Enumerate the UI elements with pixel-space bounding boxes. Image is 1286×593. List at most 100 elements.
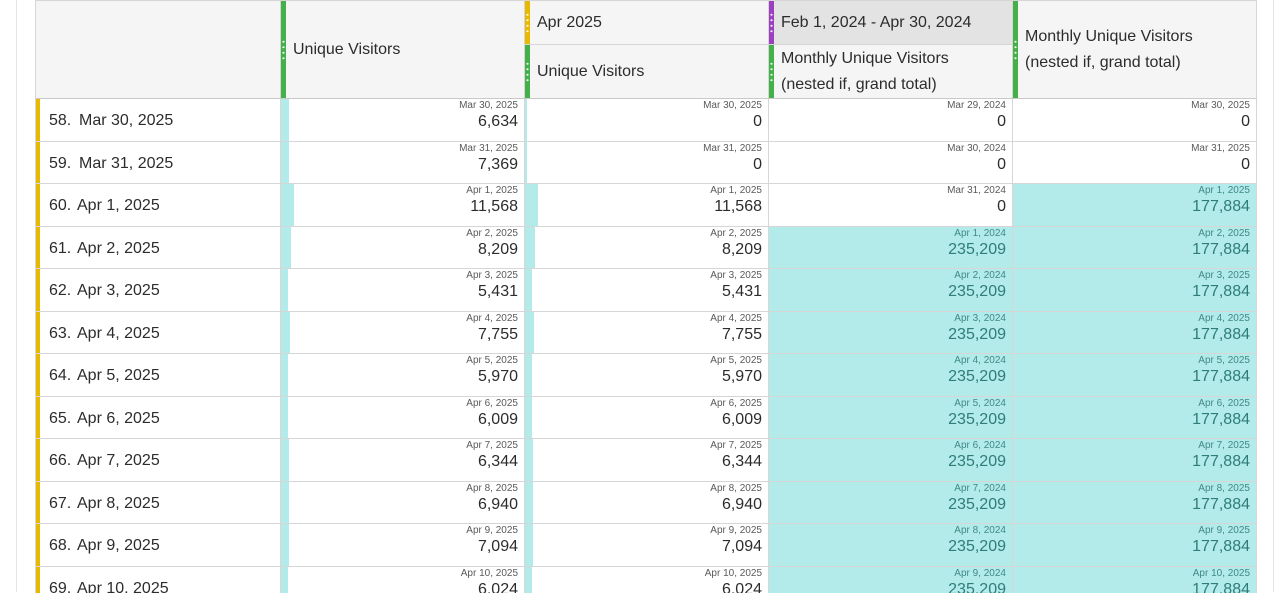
table-row[interactable]: 59.Mar 31, 2025Mar 31, 20257,369Mar 31, …	[36, 142, 1257, 185]
row-dimension-cell[interactable]: 59.Mar 31, 2025	[36, 142, 281, 184]
table-row[interactable]: 65.Apr 6, 2025Apr 6, 20256,009Apr 6, 202…	[36, 397, 1257, 440]
metric-cell[interactable]: Apr 6, 2025177,884	[1013, 397, 1257, 439]
cell-date-label: Apr 7, 2025	[710, 440, 762, 452]
metric-cell[interactable]: Apr 5, 20255,970	[281, 354, 525, 396]
cell-value: 235,209	[948, 580, 1006, 593]
segment-header-apr-2025[interactable]: Apr 2025	[525, 1, 769, 45]
metric-cell[interactable]: Apr 1, 2025177,884	[1013, 184, 1257, 226]
metric-cell[interactable]: Mar 31, 20250	[525, 142, 769, 184]
table-row[interactable]: 67.Apr 8, 2025Apr 8, 20256,940Apr 8, 202…	[36, 482, 1257, 525]
metric-cell[interactable]: Apr 6, 2024235,209	[769, 439, 1013, 481]
metric-cell[interactable]: Apr 4, 2024235,209	[769, 354, 1013, 396]
metric-cell[interactable]: Apr 5, 2025177,884	[1013, 354, 1257, 396]
segment-drag-handle[interactable]	[769, 1, 774, 44]
row-dimension-cell[interactable]: 67.Apr 8, 2025	[36, 482, 281, 524]
metric-cell[interactable]: Apr 2, 20258,209	[525, 227, 769, 269]
row-number: 65.	[49, 409, 71, 429]
cell-date-label: Mar 31, 2025	[1191, 143, 1250, 155]
metric-cell[interactable]: Apr 10, 20256,024	[281, 567, 525, 593]
row-dimension-cell[interactable]: 62.Apr 3, 2025	[36, 269, 281, 311]
column-header-label: Unique Visitors	[537, 59, 760, 85]
metric-cell[interactable]: Apr 9, 2025177,884	[1013, 524, 1257, 566]
table-row[interactable]: 62.Apr 3, 2025Apr 3, 20255,431Apr 3, 202…	[36, 269, 1257, 312]
value-bar	[281, 439, 289, 481]
metric-drag-handle[interactable]	[1013, 1, 1018, 98]
row-date-label: Mar 31, 2025	[79, 154, 173, 174]
table-body: 58.Mar 30, 2025Mar 30, 20256,634Mar 30, …	[36, 99, 1257, 593]
cell-date-label: Apr 9, 2025	[1198, 525, 1250, 537]
metric-cell[interactable]: Apr 3, 2025177,884	[1013, 269, 1257, 311]
metric-cell[interactable]: Apr 5, 20255,970	[525, 354, 769, 396]
row-date-label: Apr 9, 2025	[77, 536, 160, 556]
metric-cell[interactable]: Mar 30, 20250	[1013, 99, 1257, 141]
metric-cell[interactable]: Mar 30, 20240	[769, 142, 1013, 184]
metric-cell[interactable]: Apr 9, 20257,094	[525, 524, 769, 566]
metric-drag-handle[interactable]	[281, 1, 286, 98]
metric-cell[interactable]: Apr 2, 2025177,884	[1013, 227, 1257, 269]
table-row[interactable]: 61.Apr 2, 2025Apr 2, 20258,209Apr 2, 202…	[36, 227, 1257, 270]
metric-cell[interactable]: Mar 29, 20240	[769, 99, 1013, 141]
metric-cell[interactable]: Mar 30, 20250	[525, 99, 769, 141]
column-header-unique-visitors[interactable]: Unique Visitors	[281, 1, 525, 98]
row-dimension-cell[interactable]: 60.Apr 1, 2025	[36, 184, 281, 226]
metric-cell[interactable]: Apr 4, 2025177,884	[1013, 312, 1257, 354]
row-dimension-cell[interactable]: 63.Apr 4, 2025	[36, 312, 281, 354]
metric-cell[interactable]: Apr 8, 20256,940	[525, 482, 769, 524]
row-number: 64.	[49, 366, 71, 386]
cell-value: 235,209	[948, 452, 1006, 472]
metric-cell[interactable]: Apr 3, 20255,431	[525, 269, 769, 311]
row-dimension-cell[interactable]: 58.Mar 30, 2025	[36, 99, 281, 141]
metric-cell[interactable]: Apr 8, 20256,940	[281, 482, 525, 524]
metric-cell[interactable]: Mar 31, 20250	[1013, 142, 1257, 184]
metric-cell[interactable]: Apr 7, 2025177,884	[1013, 439, 1257, 481]
metric-cell[interactable]: Apr 1, 2024235,209	[769, 227, 1013, 269]
table-row[interactable]: 69.Apr 10, 2025Apr 10, 20256,024Apr 10, …	[36, 567, 1257, 593]
metric-cell[interactable]: Apr 8, 2025177,884	[1013, 482, 1257, 524]
table-row[interactable]: 68.Apr 9, 2025Apr 9, 20257,094Apr 9, 202…	[36, 524, 1257, 567]
metric-cell[interactable]: Apr 4, 20257,755	[525, 312, 769, 354]
metric-cell[interactable]: Apr 6, 20256,009	[281, 397, 525, 439]
metric-cell[interactable]: Apr 3, 20255,431	[281, 269, 525, 311]
metric-cell[interactable]: Apr 10, 2025177,884	[1013, 567, 1257, 593]
row-dimension-cell[interactable]: 66.Apr 7, 2025	[36, 439, 281, 481]
metric-cell[interactable]: Apr 9, 20257,094	[281, 524, 525, 566]
table-row[interactable]: 64.Apr 5, 2025Apr 5, 20255,970Apr 5, 202…	[36, 354, 1257, 397]
metric-drag-handle[interactable]	[525, 45, 530, 98]
table-row[interactable]: 66.Apr 7, 2025Apr 7, 20256,344Apr 7, 202…	[36, 439, 1257, 482]
metric-cell[interactable]: Apr 5, 2024235,209	[769, 397, 1013, 439]
segment-header-date-range[interactable]: Feb 1, 2024 - Apr 30, 2024	[769, 1, 1013, 45]
metric-cell[interactable]: Apr 7, 20256,344	[281, 439, 525, 481]
segment-drag-handle[interactable]	[525, 1, 530, 44]
metric-cell[interactable]: Mar 30, 20256,634	[281, 99, 525, 141]
column-header-monthly-unique-visitors[interactable]: Monthly Unique Visitors (nested if, gran…	[769, 45, 1013, 98]
cell-value: 177,884	[1192, 197, 1250, 217]
metric-drag-handle[interactable]	[769, 45, 774, 98]
column-header-apr-unique-visitors[interactable]: Unique Visitors	[525, 45, 769, 98]
dimension-header-cell[interactable]	[36, 1, 281, 98]
cell-value: 177,884	[1192, 240, 1250, 260]
table-row[interactable]: 60.Apr 1, 2025Apr 1, 202511,568Apr 1, 20…	[36, 184, 1257, 227]
row-dimension-cell[interactable]: 69.Apr 10, 2025	[36, 567, 281, 593]
row-dimension-cell[interactable]: 68.Apr 9, 2025	[36, 524, 281, 566]
row-dimension-cell[interactable]: 61.Apr 2, 2025	[36, 227, 281, 269]
value-bar	[525, 142, 527, 184]
table-row[interactable]: 58.Mar 30, 2025Mar 30, 20256,634Mar 30, …	[36, 99, 1257, 142]
column-header-monthly-unique-visitors-2[interactable]: Monthly Unique Visitors (nested if, gran…	[1013, 1, 1257, 98]
metric-cell[interactable]: Apr 8, 2024235,209	[769, 524, 1013, 566]
metric-cell[interactable]: Apr 2, 20258,209	[281, 227, 525, 269]
metric-cell[interactable]: Apr 7, 2024235,209	[769, 482, 1013, 524]
table-row[interactable]: 63.Apr 4, 2025Apr 4, 20257,755Apr 4, 202…	[36, 312, 1257, 355]
metric-cell[interactable]: Apr 2, 2024235,209	[769, 269, 1013, 311]
metric-cell[interactable]: Apr 10, 20256,024	[525, 567, 769, 593]
metric-cell[interactable]: Apr 4, 20257,755	[281, 312, 525, 354]
metric-cell[interactable]: Apr 9, 2024235,209	[769, 567, 1013, 593]
metric-cell[interactable]: Mar 31, 20257,369	[281, 142, 525, 184]
metric-cell[interactable]: Apr 1, 202511,568	[525, 184, 769, 226]
metric-cell[interactable]: Apr 7, 20256,344	[525, 439, 769, 481]
metric-cell[interactable]: Apr 3, 2024235,209	[769, 312, 1013, 354]
metric-cell[interactable]: Apr 1, 202511,568	[281, 184, 525, 226]
row-dimension-cell[interactable]: 64.Apr 5, 2025	[36, 354, 281, 396]
row-dimension-cell[interactable]: 65.Apr 6, 2025	[36, 397, 281, 439]
metric-cell[interactable]: Mar 31, 20240	[769, 184, 1013, 226]
metric-cell[interactable]: Apr 6, 20256,009	[525, 397, 769, 439]
